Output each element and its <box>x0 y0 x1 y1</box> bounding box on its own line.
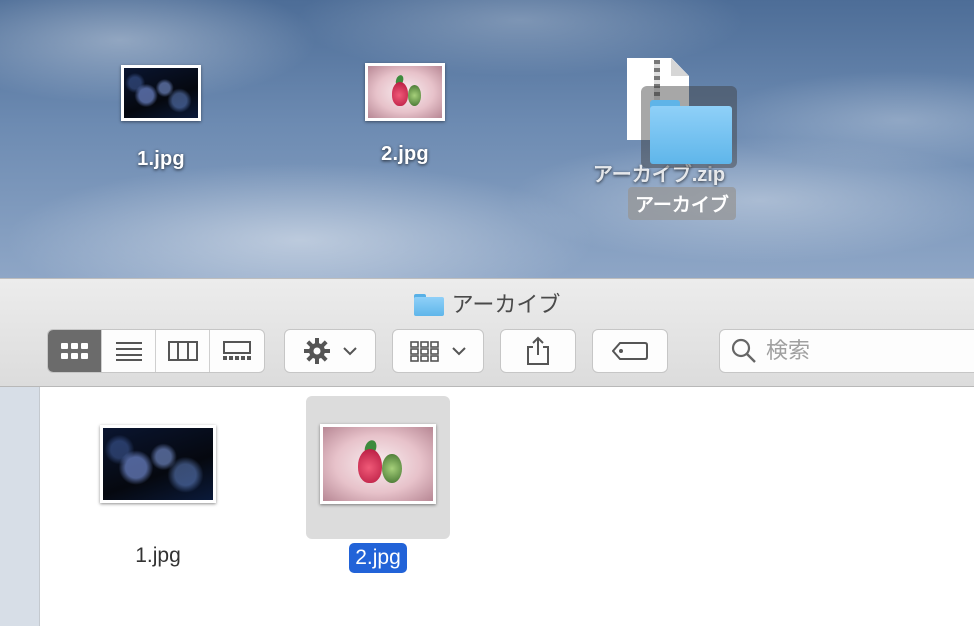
finder-window: アーカイブ 検索 1.jpg 2.jpg <box>0 278 974 626</box>
file-item[interactable]: 1.jpg <box>60 397 256 587</box>
search-icon <box>731 338 756 363</box>
desktop-file-label: 2.jpg <box>381 143 429 165</box>
file-label-wrapper: 2.jpg <box>306 543 450 573</box>
group-menu-button[interactable] <box>392 329 484 373</box>
tag-icon <box>612 342 648 360</box>
jellyfish-photo <box>124 68 198 118</box>
list-view-button[interactable] <box>102 330 156 372</box>
column-view-icon <box>167 341 198 361</box>
image-thumbnail <box>121 65 201 121</box>
file-item-selected[interactable] <box>306 396 450 539</box>
image-thumbnail <box>320 424 436 504</box>
desktop-file-2[interactable]: 2.jpg <box>356 63 454 166</box>
desktop-file-1[interactable]: 1.jpg <box>112 65 210 171</box>
icon-view-icon <box>60 343 88 359</box>
fruit-photo <box>323 427 433 501</box>
view-mode-control <box>47 329 265 373</box>
gallery-view-button[interactable] <box>210 330 264 372</box>
folder-icon <box>413 294 444 316</box>
chevron-down-icon <box>343 347 357 356</box>
icon-view-button[interactable] <box>48 330 102 372</box>
column-view-button[interactable] <box>156 330 210 372</box>
share-icon <box>527 336 549 365</box>
window-title-text: アーカイブ <box>451 292 561 317</box>
list-view-icon <box>115 342 142 361</box>
desktop: 1.jpg 2.jpg アーカイブ.zip アーカイブ <box>0 0 974 278</box>
file-area: 1.jpg 2.jpg <box>40 387 974 626</box>
gear-icon <box>304 338 330 364</box>
grid-group-icon <box>410 341 439 362</box>
tags-button[interactable] <box>592 329 668 373</box>
chevron-down-icon <box>452 347 466 356</box>
sidebar <box>0 387 40 626</box>
gallery-view-icon <box>223 341 251 360</box>
file-label[interactable]: 2.jpg <box>349 543 407 573</box>
search-field[interactable] <box>719 329 974 373</box>
share-button[interactable] <box>500 329 576 373</box>
jellyfish-photo <box>103 428 213 500</box>
window-title: アーカイブ <box>0 287 974 319</box>
action-menu-button[interactable] <box>284 329 376 373</box>
drag-ghost-label: アーカイブ <box>628 187 736 220</box>
search-input[interactable] <box>764 337 968 365</box>
fruit-photo <box>368 66 442 118</box>
folder-icon <box>650 100 732 164</box>
file-label: 1.jpg <box>135 544 181 567</box>
toolbar: アーカイブ <box>0 278 974 387</box>
image-thumbnail <box>100 425 216 503</box>
image-thumbnail <box>365 63 445 121</box>
desktop-file-label: 1.jpg <box>137 148 185 170</box>
